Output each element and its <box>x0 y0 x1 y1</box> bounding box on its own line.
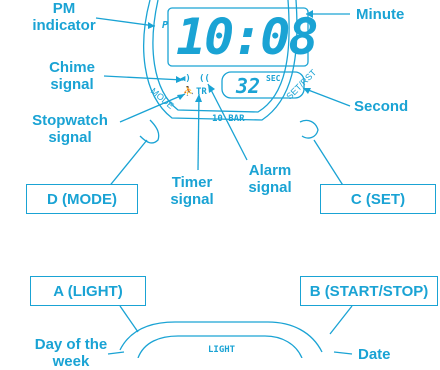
chime-icon: ◀) <box>180 74 191 84</box>
pm-mark: P <box>162 20 169 31</box>
d-button-shape <box>139 119 160 144</box>
time-display: 10:08 <box>176 8 319 66</box>
alarm-icon: (( <box>199 74 210 84</box>
chime-leader <box>103 75 184 81</box>
a-leader <box>119 305 139 333</box>
a-light-button-label: A (LIGHT) <box>30 276 146 306</box>
water-resist-label: 10 BAR <box>212 114 245 124</box>
alarm-signal-label: Alarm signal <box>248 162 292 196</box>
d-mode-button-label: D (MODE) <box>26 184 138 214</box>
c-set-button-label: C (SET) <box>320 184 436 214</box>
c-button-shape <box>299 119 319 139</box>
tr-label: TR <box>196 87 207 97</box>
timer-leader <box>197 93 200 171</box>
light-bezel-label: LIGHT <box>208 345 236 355</box>
stopwatch-signal-label: Stopwatch signal <box>32 112 108 146</box>
date-label: Date <box>358 346 391 363</box>
chime-signal-label: Chime signal <box>49 59 95 93</box>
minute-label: Minute <box>356 6 405 23</box>
second-label: Second <box>354 98 409 115</box>
second-leader <box>302 87 351 107</box>
day-of-week-label: Day of the week <box>34 336 108 370</box>
sec-label: SEC <box>266 74 281 83</box>
date-leader <box>333 351 353 355</box>
pm-indicator-label: PM indicator <box>32 0 96 34</box>
timer-signal-label: Timer signal <box>170 174 214 208</box>
b-start-stop-button-label: B (START/STOP) <box>300 276 438 306</box>
b-leader <box>329 305 353 335</box>
stopwatch-icon: ⛹ <box>183 87 195 97</box>
second-digits: 32 <box>236 74 261 98</box>
